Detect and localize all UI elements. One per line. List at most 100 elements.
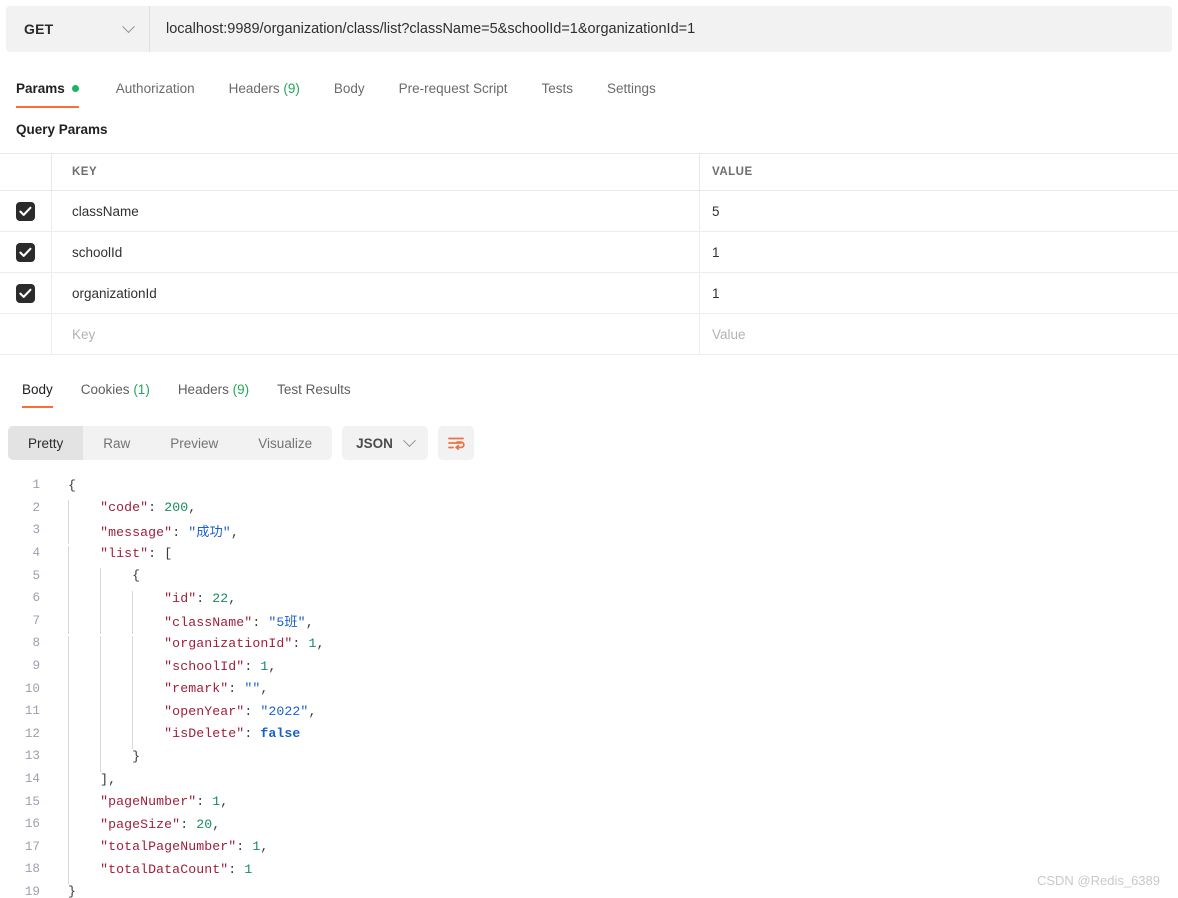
code-line: 5 {: [10, 564, 1178, 591]
line-number: 4: [32, 546, 40, 561]
code-line-content: "className": "5班",: [48, 611, 314, 634]
request-tab-label: Tests: [541, 81, 573, 96]
code-token: "totalDataCount": [100, 861, 229, 877]
code-token: ,: [305, 615, 314, 631]
code-token: :: [252, 615, 269, 631]
response-tab-cookies[interactable]: Cookies (1): [67, 382, 164, 408]
line-number: 12: [24, 726, 40, 741]
check-icon: [19, 288, 32, 298]
code-line: 4 "list": [: [10, 542, 1178, 569]
http-method-label: GET: [24, 21, 54, 37]
indent-guide: [68, 816, 69, 840]
code-line-content: }: [48, 884, 76, 898]
indent-guide: [68, 611, 69, 634]
param-value-input[interactable]: 1: [700, 232, 1178, 272]
param-key-input[interactable]: className: [52, 191, 700, 231]
indent-guide: [132, 658, 133, 682]
response-tab-count: (9): [228, 382, 250, 397]
response-tab-headers[interactable]: Headers (9): [164, 382, 263, 408]
code-token: "成功": [188, 524, 231, 540]
code-token: ,: [220, 794, 229, 810]
check-icon: [19, 247, 32, 257]
response-format-label: JSON: [356, 435, 393, 451]
code-line: 15 "pageNumber": 1,: [10, 790, 1178, 817]
code-token: "openYear": [164, 703, 245, 719]
query-params-table: KEY VALUE className 5 schoolId 1 organizatio…: [0, 153, 1178, 355]
code-token: ,: [260, 681, 269, 697]
request-tab-headers[interactable]: Headers (9): [212, 81, 317, 108]
code-token: "list": [100, 545, 149, 561]
response-tab-test-results[interactable]: Test Results: [263, 382, 365, 408]
line-number: 19: [24, 884, 40, 898]
view-mode-preview[interactable]: Preview: [150, 426, 238, 460]
code-token: :: [244, 726, 261, 742]
code-line-content: }: [48, 748, 141, 772]
indent-guide: [68, 726, 69, 749]
param-enabled-checkbox[interactable]: [16, 283, 35, 303]
request-url-input[interactable]: localhost:9989/organization/class/list?c…: [150, 6, 1172, 52]
param-key-input[interactable]: organizationId: [52, 273, 700, 313]
code-line-content: "schoolId": 1,: [48, 658, 276, 682]
request-tab-tests[interactable]: Tests: [524, 81, 590, 108]
code-token: [: [164, 545, 173, 561]
code-token: ,: [308, 703, 317, 719]
indent-guide: [100, 568, 101, 591]
request-tab-authorization[interactable]: Authorization: [99, 81, 212, 108]
header-checkbox-cell: [0, 154, 52, 190]
request-url-bar: GET localhost:9989/organization/class/li…: [6, 6, 1172, 52]
param-key-input[interactable]: schoolId: [52, 232, 700, 272]
http-method-select[interactable]: GET: [6, 6, 150, 52]
view-mode-pretty[interactable]: Pretty: [8, 426, 84, 460]
view-mode-raw[interactable]: Raw: [83, 426, 150, 460]
word-wrap-button[interactable]: [437, 426, 474, 460]
line-number: 10: [24, 681, 40, 696]
code-token: "schoolId": [164, 658, 245, 674]
line-number: 14: [24, 772, 40, 787]
code-line: 11 "openYear": "2022",: [10, 700, 1178, 727]
line-number: 8: [32, 636, 40, 651]
code-line: 12 "isDelete": false: [10, 723, 1178, 749]
request-tab-settings[interactable]: Settings: [590, 81, 673, 108]
column-header-value: VALUE: [712, 166, 753, 178]
code-token: false: [260, 726, 301, 742]
code-line-content: ],: [48, 771, 116, 795]
request-tab-label: Body: [333, 81, 365, 96]
view-mode-visualize[interactable]: Visualize: [238, 426, 332, 460]
line-number: 6: [32, 591, 40, 606]
line-number: 15: [24, 794, 40, 809]
response-tab-count: (1): [129, 382, 150, 397]
response-tab-body[interactable]: Body: [8, 382, 67, 408]
code-token: "pageNumber": [100, 794, 197, 810]
request-tab-params[interactable]: Params: [16, 81, 99, 108]
indent-guide: [132, 635, 133, 659]
indent-guide: [132, 611, 133, 634]
param-value-input[interactable]: 1: [700, 273, 1178, 313]
request-tabs: Params Authorization Headers (9) Body Pre-re…: [0, 68, 1178, 108]
code-token: }: [68, 884, 77, 898]
new-param-key-input[interactable]: Key: [52, 314, 700, 354]
table-row-placeholder: Key Value: [0, 314, 1178, 355]
param-enabled-cell: [0, 273, 52, 313]
code-line: 1{: [10, 474, 1178, 497]
column-header-key: KEY: [52, 154, 700, 190]
response-body-viewer[interactable]: 1{2 "code": 200, 3 "message": "成功", 4 "lis…: [0, 474, 1178, 898]
param-enabled-checkbox[interactable]: [16, 201, 35, 221]
indent-guide: [68, 771, 69, 795]
table-header-row: KEY VALUE: [0, 154, 1178, 191]
response-tab-label: Body: [22, 382, 53, 397]
code-token: :: [196, 590, 213, 606]
request-tab-body[interactable]: Body: [317, 81, 382, 108]
code-line: 16 "pageSize": 20,: [10, 813, 1178, 840]
request-tab-label: Authorization: [115, 81, 195, 96]
request-tab-label: Pre-request Script: [398, 81, 508, 96]
new-param-value-input[interactable]: Value: [700, 314, 1178, 354]
param-enabled-checkbox[interactable]: [16, 242, 35, 262]
code-token: }: [132, 748, 141, 764]
code-token: 20: [196, 816, 213, 832]
request-tab-pre-request-script[interactable]: Pre-request Script: [382, 81, 525, 108]
code-line-content: {: [48, 568, 140, 591]
request-tab-label: Params: [16, 81, 65, 96]
response-format-select[interactable]: JSON: [342, 426, 428, 460]
code-token: "message": [100, 524, 173, 540]
param-value-input[interactable]: 5: [700, 191, 1178, 231]
